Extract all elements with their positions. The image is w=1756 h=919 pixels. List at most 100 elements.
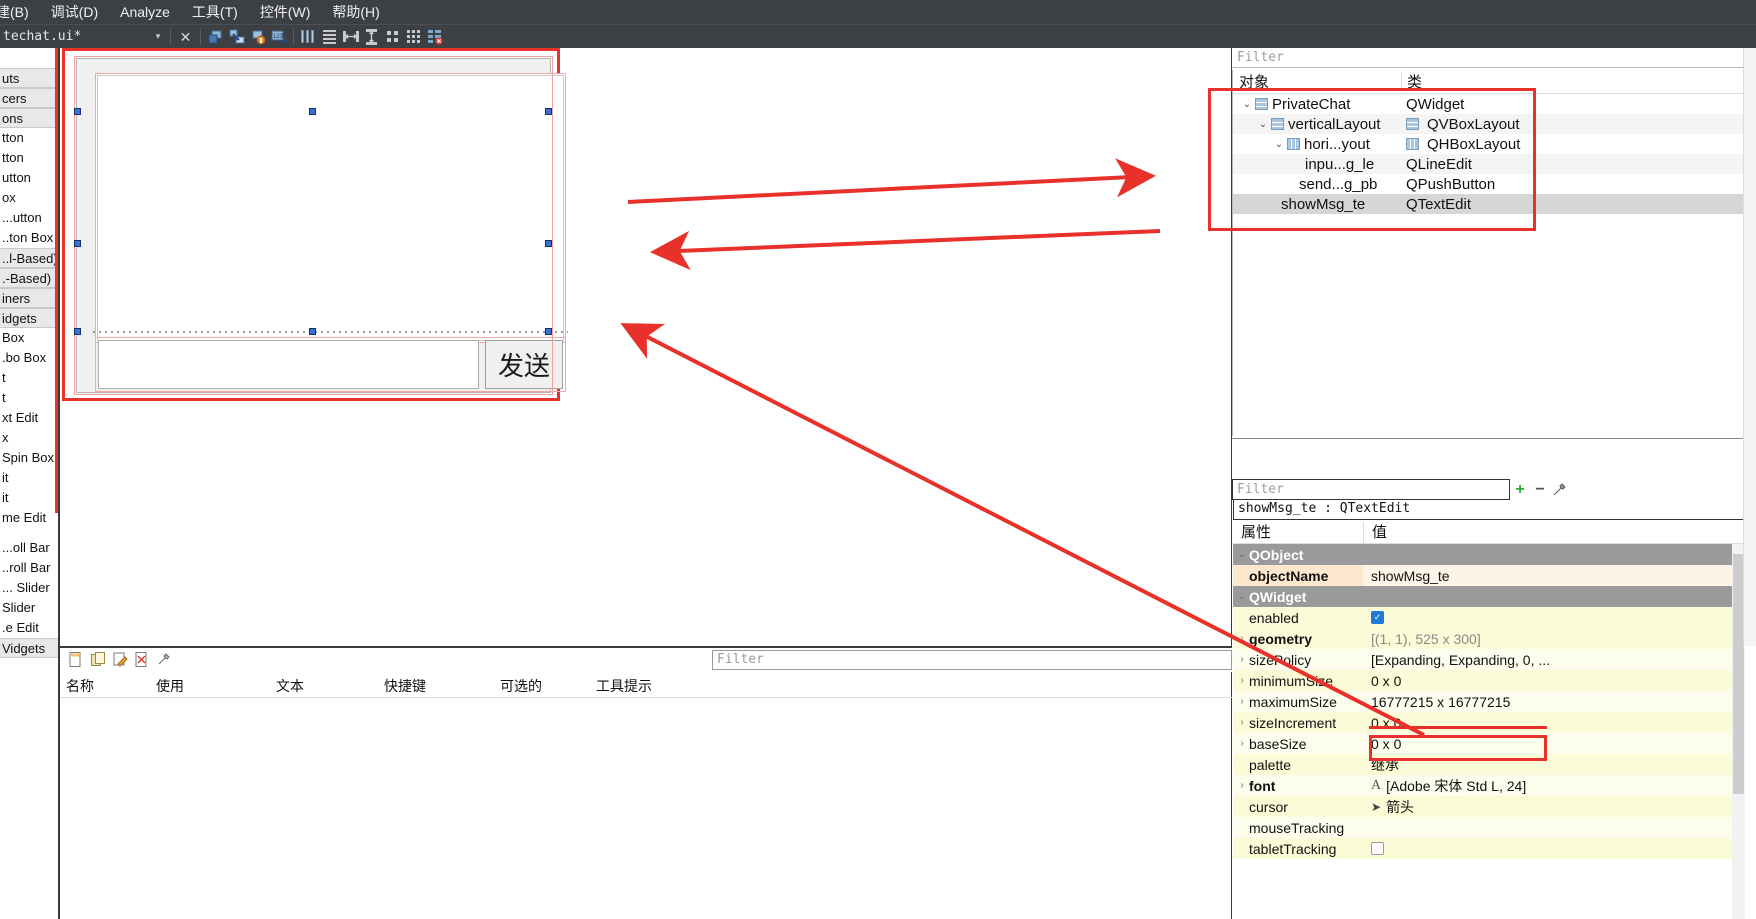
widget-box-item[interactable]: ox: [0, 188, 58, 208]
widget-box-item[interactable]: ..roll Bar: [0, 558, 58, 578]
chevron-down-icon[interactable]: ⌄: [1235, 549, 1249, 560]
chevron-right-icon[interactable]: ›: [1235, 717, 1249, 728]
property-row-sizeincrement[interactable]: › sizeIncrement 0 x 0: [1233, 712, 1743, 733]
property-row-palette[interactable]: palette 继承: [1233, 754, 1743, 775]
property-value-cell[interactable]: [(1, 1), 525 x 300]: [1363, 628, 1743, 649]
widget-box-item[interactable]: ...oll Bar: [0, 538, 58, 558]
tree-row[interactable]: ⌄ hori...yout QHBoxLayout: [1233, 134, 1756, 154]
property-group-qwidget[interactable]: ⌄ QWidget: [1233, 586, 1743, 607]
property-value-cell[interactable]: [1363, 838, 1743, 859]
horizontal-layout-row[interactable]: 发送: [95, 337, 566, 392]
widget-box-panel[interactable]: uts cers ons tton tton utton ox ...utton…: [0, 48, 60, 919]
layout-in-grid-icon[interactable]: [404, 27, 423, 46]
chevron-right-icon[interactable]: ›: [1235, 696, 1249, 707]
action-editor-filter-input[interactable]: Filter: [712, 650, 1232, 670]
tree-item-sendmsg-pushbutton[interactable]: send...g_pb: [1233, 176, 1401, 193]
widget-box-item[interactable]: utton: [0, 168, 58, 188]
widget-box-category[interactable]: .-Based): [0, 268, 58, 288]
selection-handle-bottom-center[interactable]: [309, 328, 316, 335]
widget-box-category[interactable]: Vidgets: [0, 638, 58, 658]
chevron-right-icon[interactable]: ›: [1235, 780, 1249, 791]
widget-box-category[interactable]: idgets: [0, 308, 58, 328]
widget-box-item[interactable]: ... Slider: [0, 578, 58, 598]
property-value-cell[interactable]: 继承: [1363, 754, 1743, 775]
tree-item-verticallayout[interactable]: ⌄ verticalLayout: [1233, 116, 1401, 133]
property-value-cell[interactable]: 0 x 0: [1363, 733, 1743, 754]
widget-box-item[interactable]: it: [0, 488, 58, 508]
chevron-down-icon[interactable]: ⌄: [1255, 119, 1271, 130]
input-lineedit-widget[interactable]: [98, 340, 479, 389]
selection-handle-top-left[interactable]: [74, 108, 81, 115]
tree-row[interactable]: ⌄ verticalLayout QVBoxLayout: [1233, 114, 1756, 134]
layout-in-form-icon[interactable]: [383, 27, 402, 46]
chevron-down-icon[interactable]: ▾: [150, 31, 166, 42]
property-value-cell[interactable]: 0 x 0: [1363, 712, 1743, 733]
selection-handle-bottom-left[interactable]: [74, 328, 81, 335]
enabled-checkbox-checked[interactable]: ✓: [1371, 611, 1384, 624]
selection-handle-bottom-right[interactable]: [545, 328, 552, 335]
property-value-cell[interactable]: showMsg_te: [1363, 565, 1743, 586]
property-value-cell[interactable]: [Expanding, Expanding, 0, ...: [1363, 649, 1743, 670]
widget-box-item[interactable]: me Edit: [0, 508, 58, 528]
property-filter-input[interactable]: Filter: [1232, 479, 1510, 500]
object-inspector-filter-input[interactable]: Filter: [1232, 48, 1756, 68]
tree-row[interactable]: ⌄ PrivateChat QWidget: [1233, 94, 1756, 114]
widget-box-item[interactable]: .e Edit: [0, 618, 58, 638]
widget-box-item[interactable]: it: [0, 468, 58, 488]
showmsg-textedit-widget[interactable]: [95, 73, 566, 343]
chevron-down-icon[interactable]: ⌄: [1239, 99, 1255, 110]
widget-box-item[interactable]: tton: [0, 148, 58, 168]
send-button[interactable]: 发送: [485, 340, 563, 389]
widget-box-item[interactable]: ...utton: [0, 208, 58, 228]
selection-handle-middle-right[interactable]: [545, 240, 552, 247]
widget-box-item[interactable]: xt Edit: [0, 408, 58, 428]
edit-widgets-icon[interactable]: [206, 27, 225, 46]
object-inspector-tree[interactable]: 对象 类 ⌄ PrivateChat QWidget ⌄ verticalLay…: [1208, 70, 1756, 436]
add-property-icon[interactable]: +: [1510, 479, 1530, 500]
property-row-basesize[interactable]: › baseSize 0 x 0: [1233, 733, 1743, 754]
tree-row[interactable]: send...g_pb QPushButton: [1233, 174, 1756, 194]
menu-tools[interactable]: 工具(T): [181, 0, 249, 24]
tree-item-inputmsg-lineedit[interactable]: inpu...g_le: [1233, 156, 1401, 173]
property-editor-panel[interactable]: Filter + − showMsg_te : QTextEdit 属性 值 ⌄…: [1232, 438, 1756, 919]
form-area-scrollbar[interactable]: [1743, 48, 1756, 646]
selection-handle-top-center[interactable]: [309, 108, 316, 115]
edit-action-icon[interactable]: [109, 650, 131, 670]
copy-action-icon[interactable]: [87, 650, 109, 670]
tree-item-horizontallayout[interactable]: ⌄ hori...yout: [1233, 136, 1401, 153]
widget-box-item[interactable]: Spin Box: [0, 448, 58, 468]
menu-help[interactable]: 帮助(H): [321, 0, 390, 24]
widget-box-category[interactable]: cers: [0, 88, 58, 108]
widget-box-category[interactable]: iners: [0, 288, 58, 308]
showmsg-textedit-inner[interactable]: [97, 75, 564, 341]
widget-box-category[interactable]: ..l-Based): [0, 248, 58, 268]
layout-horizontally-icon[interactable]: [299, 27, 318, 46]
chevron-right-icon[interactable]: ›: [1235, 654, 1249, 665]
form-editor-canvas[interactable]: 发送: [60, 48, 1232, 646]
widget-box-item[interactable]: t: [0, 388, 58, 408]
layout-in-splitter-horizontal-icon[interactable]: [341, 27, 360, 46]
edit-signals-slots-icon[interactable]: [227, 27, 246, 46]
property-group-qobject[interactable]: ⌄ QObject: [1233, 544, 1743, 565]
property-rows[interactable]: ⌄ QObject objectName showMsg_te ⌄ QWidge…: [1233, 544, 1743, 919]
widget-box-item[interactable]: t: [0, 368, 58, 388]
configure-action-icon[interactable]: [153, 650, 175, 670]
property-row-geometry[interactable]: › geometry [(1, 1), 525 x 300]: [1233, 628, 1743, 649]
chevron-down-icon[interactable]: ⌄: [1271, 139, 1287, 150]
widget-box-item[interactable]: x: [0, 428, 58, 448]
widget-box-item[interactable]: Box: [0, 328, 58, 348]
property-row-enabled[interactable]: enabled ✓: [1233, 607, 1743, 628]
action-editor-panel[interactable]: Filter 名称 使用 文本 快捷键 可选的 工具提示: [60, 646, 1232, 919]
open-file-name[interactable]: techat.ui*: [0, 29, 150, 44]
menu-build[interactable]: 建(B): [0, 0, 40, 24]
property-row-font[interactable]: › font A [Adobe 宋体 Std L, 24]: [1233, 775, 1743, 796]
break-layout-icon[interactable]: [425, 27, 444, 46]
widget-box-category[interactable]: uts: [0, 68, 58, 88]
property-value-cell[interactable]: ✓: [1363, 607, 1743, 628]
new-action-icon[interactable]: [65, 650, 87, 670]
property-value-cell[interactable]: 0 x 0: [1363, 670, 1743, 691]
widget-box-item[interactable]: .bo Box: [0, 348, 58, 368]
menu-debug[interactable]: 调试(D): [40, 0, 109, 24]
menu-widgets[interactable]: 控件(W): [249, 0, 322, 24]
property-row-maximumsize[interactable]: › maximumSize 16777215 x 16777215: [1233, 691, 1743, 712]
